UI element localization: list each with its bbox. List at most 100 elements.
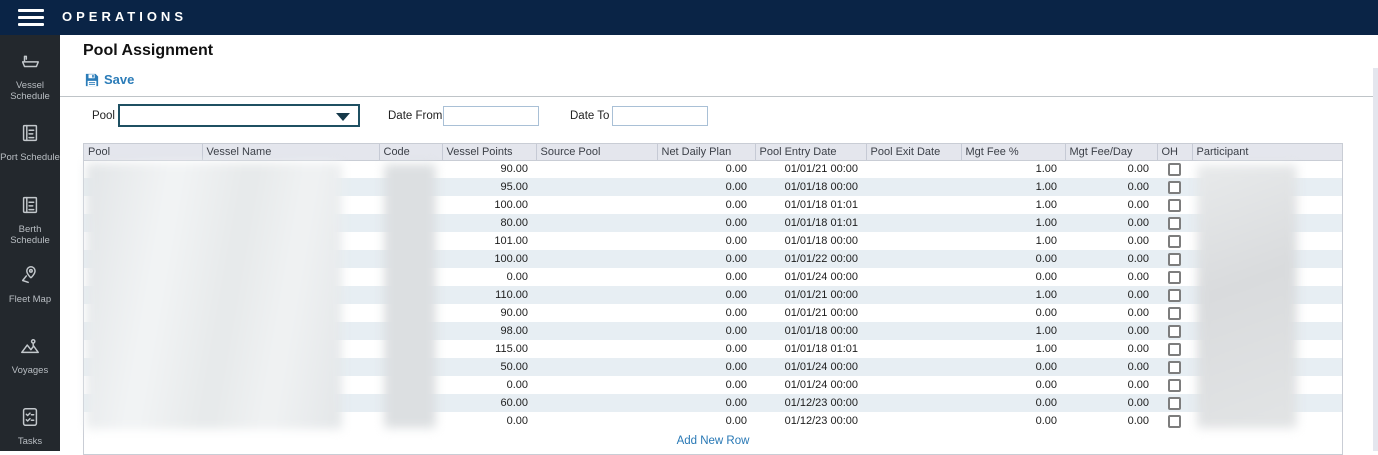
cell-participant[interactable] [1192, 394, 1342, 412]
cell-vessel-points[interactable]: 90.00 [442, 160, 536, 178]
cell-mgt-fee-day[interactable]: 0.00 [1065, 232, 1157, 250]
cell-pool-entry-date[interactable]: 01/01/18 01:01 [755, 340, 866, 358]
cell-pool-entry-date[interactable]: 01/12/23 00:00 [755, 394, 866, 412]
cell-pool[interactable] [84, 250, 202, 268]
sidebar-item-voyages[interactable]: Voyages [0, 335, 60, 376]
cell-participant[interactable] [1192, 304, 1342, 322]
hamburger-menu-icon[interactable] [18, 9, 44, 26]
cell-code[interactable] [379, 196, 442, 214]
cell-mgt-fee-day[interactable]: 0.00 [1065, 196, 1157, 214]
cell-source-pool[interactable] [536, 178, 657, 196]
cell-code[interactable] [379, 304, 442, 322]
cell-mgt-fee-day[interactable]: 0.00 [1065, 304, 1157, 322]
cell-source-pool[interactable] [536, 196, 657, 214]
cell-vessel-name[interactable] [202, 322, 379, 340]
cell-code[interactable] [379, 322, 442, 340]
cell-vessel-points[interactable]: 100.00 [442, 250, 536, 268]
oh-checkbox[interactable] [1168, 379, 1181, 392]
cell-pool[interactable] [84, 412, 202, 430]
cell-pool-entry-date[interactable]: 01/12/23 00:00 [755, 412, 866, 430]
cell-code[interactable] [379, 376, 442, 394]
cell-pool-exit-date[interactable] [866, 250, 961, 268]
cell-mgt-fee-day[interactable]: 0.00 [1065, 412, 1157, 430]
cell-pool-entry-date[interactable]: 01/01/18 00:00 [755, 178, 866, 196]
cell-code[interactable] [379, 250, 442, 268]
cell-net-daily-plan[interactable]: 0.00 [657, 286, 755, 304]
sidebar-item-fleet-map[interactable]: Fleet Map [0, 264, 60, 305]
cell-pool-exit-date[interactable] [866, 286, 961, 304]
cell-pool[interactable] [84, 340, 202, 358]
cell-code[interactable] [379, 394, 442, 412]
cell-source-pool[interactable] [536, 340, 657, 358]
vertical-scrollbar[interactable] [1373, 68, 1378, 451]
oh-checkbox[interactable] [1168, 397, 1181, 410]
cell-pool-entry-date[interactable]: 01/01/22 00:00 [755, 250, 866, 268]
oh-checkbox[interactable] [1168, 307, 1181, 320]
cell-pool-entry-date[interactable]: 01/01/21 00:00 [755, 160, 866, 178]
cell-source-pool[interactable] [536, 322, 657, 340]
cell-pool-exit-date[interactable] [866, 340, 961, 358]
cell-participant[interactable] [1192, 232, 1342, 250]
cell-vessel-points[interactable]: 115.00 [442, 340, 536, 358]
cell-vessel-name[interactable] [202, 232, 379, 250]
cell-pool-exit-date[interactable] [866, 304, 961, 322]
cell-pool-exit-date[interactable] [866, 358, 961, 376]
cell-pool-exit-date[interactable] [866, 394, 961, 412]
cell-pool-entry-date[interactable]: 01/01/21 00:00 [755, 286, 866, 304]
cell-mgt-fee-day[interactable]: 0.00 [1065, 286, 1157, 304]
cell-source-pool[interactable] [536, 160, 657, 178]
cell-vessel-name[interactable] [202, 340, 379, 358]
cell-participant[interactable] [1192, 214, 1342, 232]
sidebar-item-berth-schedule[interactable]: Berth Schedule [0, 194, 60, 246]
cell-code[interactable] [379, 358, 442, 376]
sidebar-item-vessel-schedule[interactable]: Vessel Schedule [0, 50, 60, 102]
cell-pool-entry-date[interactable]: 01/01/24 00:00 [755, 376, 866, 394]
cell-pool[interactable] [84, 214, 202, 232]
cell-net-daily-plan[interactable]: 0.00 [657, 340, 755, 358]
cell-vessel-name[interactable] [202, 268, 379, 286]
cell-participant[interactable] [1192, 358, 1342, 376]
cell-vessel-name[interactable] [202, 286, 379, 304]
oh-checkbox[interactable] [1168, 415, 1181, 428]
cell-vessel-points[interactable]: 60.00 [442, 394, 536, 412]
column-header-mgt-fee-[interactable]: Mgt Fee % [961, 144, 1065, 160]
cell-mgt-fee-pct[interactable]: 0.00 [961, 394, 1065, 412]
cell-code[interactable] [379, 178, 442, 196]
cell-vessel-points[interactable]: 100.00 [442, 196, 536, 214]
cell-vessel-points[interactable]: 50.00 [442, 358, 536, 376]
column-header-code[interactable]: Code [379, 144, 442, 160]
cell-participant[interactable] [1192, 340, 1342, 358]
cell-source-pool[interactable] [536, 286, 657, 304]
cell-mgt-fee-pct[interactable]: 1.00 [961, 286, 1065, 304]
cell-net-daily-plan[interactable]: 0.00 [657, 376, 755, 394]
cell-pool[interactable] [84, 160, 202, 178]
cell-mgt-fee-pct[interactable]: 0.00 [961, 358, 1065, 376]
cell-mgt-fee-day[interactable]: 0.00 [1065, 358, 1157, 376]
cell-pool-exit-date[interactable] [866, 160, 961, 178]
cell-vessel-points[interactable]: 95.00 [442, 178, 536, 196]
cell-vessel-points[interactable]: 0.00 [442, 376, 536, 394]
column-header-pool-exit-date[interactable]: Pool Exit Date [866, 144, 961, 160]
cell-vessel-points[interactable]: 80.00 [442, 214, 536, 232]
cell-participant[interactable] [1192, 178, 1342, 196]
cell-mgt-fee-day[interactable]: 0.00 [1065, 394, 1157, 412]
cell-net-daily-plan[interactable]: 0.00 [657, 322, 755, 340]
cell-participant[interactable] [1192, 268, 1342, 286]
cell-mgt-fee-day[interactable]: 0.00 [1065, 268, 1157, 286]
cell-vessel-points[interactable]: 90.00 [442, 304, 536, 322]
cell-pool-exit-date[interactable] [866, 268, 961, 286]
cell-net-daily-plan[interactable]: 0.00 [657, 304, 755, 322]
cell-pool-exit-date[interactable] [866, 376, 961, 394]
cell-pool-exit-date[interactable] [866, 322, 961, 340]
cell-mgt-fee-day[interactable]: 0.00 [1065, 160, 1157, 178]
column-header-pool-entry-date[interactable]: Pool Entry Date [755, 144, 866, 160]
cell-pool[interactable] [84, 178, 202, 196]
cell-pool-exit-date[interactable] [866, 214, 961, 232]
cell-participant[interactable] [1192, 160, 1342, 178]
cell-net-daily-plan[interactable]: 0.00 [657, 196, 755, 214]
pool-dropdown[interactable] [118, 104, 360, 127]
cell-pool-entry-date[interactable]: 01/01/18 00:00 [755, 322, 866, 340]
cell-pool-entry-date[interactable]: 01/01/21 00:00 [755, 304, 866, 322]
oh-checkbox[interactable] [1168, 289, 1181, 302]
cell-mgt-fee-pct[interactable]: 0.00 [961, 412, 1065, 430]
